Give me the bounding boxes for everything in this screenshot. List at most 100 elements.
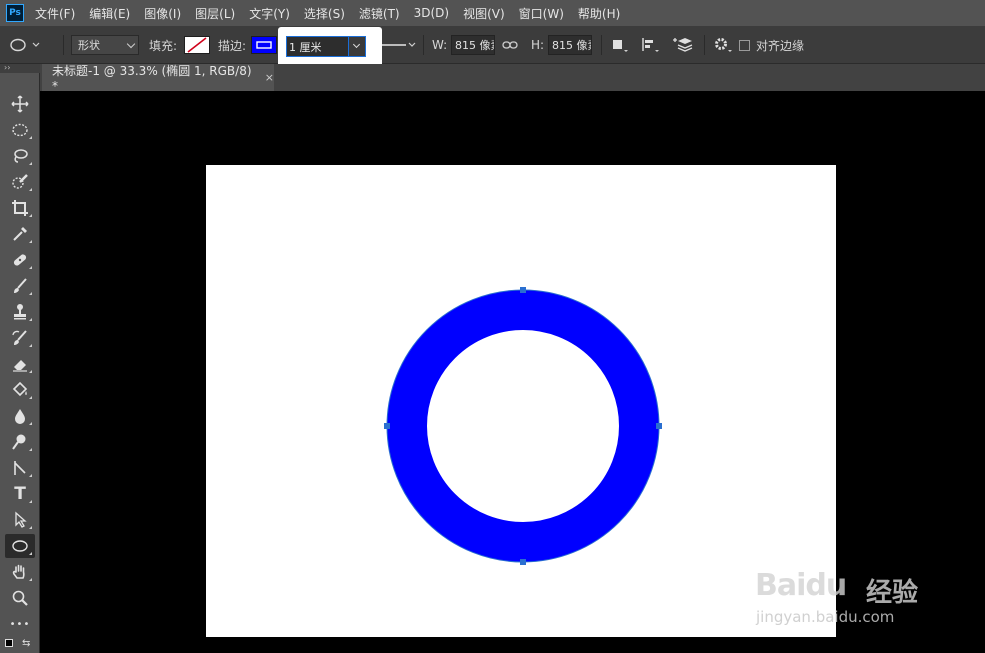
menu-select[interactable]: 选择(S) bbox=[304, 5, 345, 22]
dodge-tool[interactable] bbox=[5, 430, 35, 454]
stroke-type-picker[interactable] bbox=[378, 26, 420, 64]
elliptical-marquee-tool[interactable] bbox=[5, 118, 35, 142]
path-operations-icon bbox=[613, 40, 628, 52]
hand-icon bbox=[12, 564, 25, 579]
tools-panel: ›› T ••• ⇆ bbox=[0, 64, 40, 653]
options-bar: 形状 填充: 描边: W: 815 像素 H: bbox=[0, 26, 985, 64]
healing-brush-tool[interactable] bbox=[5, 248, 35, 272]
fill-swatch[interactable] bbox=[184, 36, 210, 54]
stroke-swatch[interactable] bbox=[251, 36, 277, 54]
photoshop-logo-icon: Ps bbox=[6, 4, 24, 22]
anchor-point-top[interactable] bbox=[520, 287, 526, 293]
ring-shape[interactable] bbox=[387, 290, 659, 562]
arrow-icon bbox=[15, 511, 27, 528]
blur-tool[interactable] bbox=[5, 404, 35, 428]
submenu-indicator bbox=[29, 240, 32, 243]
brush-tool[interactable] bbox=[5, 274, 35, 298]
bandage-icon bbox=[13, 254, 27, 266]
menu-help[interactable]: 帮助(H) bbox=[578, 5, 620, 22]
ellipse-tool[interactable] bbox=[5, 534, 35, 558]
hand-tool[interactable] bbox=[5, 560, 35, 584]
submenu-indicator bbox=[29, 500, 32, 503]
pen-icon bbox=[14, 461, 26, 475]
submenu-indicator bbox=[29, 474, 32, 477]
submenu-indicator bbox=[29, 136, 32, 139]
anchor-point-bottom[interactable] bbox=[520, 559, 526, 565]
history-brush-tool[interactable] bbox=[5, 326, 35, 350]
path-operations-button[interactable] bbox=[611, 26, 629, 64]
history-brush-icon bbox=[12, 330, 27, 345]
submenu-indicator bbox=[29, 370, 32, 373]
submenu-indicator bbox=[29, 266, 32, 269]
type-tool[interactable]: T bbox=[5, 482, 35, 506]
path-arrangement-button[interactable] bbox=[672, 26, 696, 64]
stroke-line-icon bbox=[380, 42, 416, 47]
height-input[interactable]: 815 像素 bbox=[548, 35, 592, 55]
menu-edit[interactable]: 编辑(E) bbox=[89, 5, 130, 22]
bucket-icon bbox=[12, 381, 28, 397]
submenu-indicator bbox=[29, 422, 32, 425]
default-colors-icon[interactable] bbox=[5, 639, 13, 647]
ellipse-shape[interactable] bbox=[206, 165, 836, 637]
anchor-point-right[interactable] bbox=[656, 423, 662, 429]
separator bbox=[601, 35, 602, 55]
menu-image[interactable]: 图像(I) bbox=[144, 5, 181, 22]
chevron-down-icon[interactable] bbox=[348, 37, 365, 56]
document-tab[interactable]: 未标题-1 @ 33.3% (椭圆 1, RGB/8) * × bbox=[42, 64, 274, 93]
align-edges-checkbox[interactable] bbox=[739, 39, 750, 51]
more-tools[interactable]: ••• bbox=[5, 612, 35, 636]
pen-tool[interactable] bbox=[5, 456, 35, 480]
settings-button[interactable] bbox=[713, 26, 733, 64]
submenu-indicator bbox=[29, 162, 32, 165]
stroke-width-value: 1 厘米 bbox=[289, 40, 322, 54]
drop-icon bbox=[15, 409, 25, 424]
menu-type[interactable]: 文字(Y) bbox=[249, 5, 290, 22]
move-tool[interactable] bbox=[5, 92, 35, 116]
submenu-indicator bbox=[29, 188, 32, 191]
clone-stamp-tool[interactable] bbox=[5, 300, 35, 324]
panel-collapse-grip[interactable]: ›› bbox=[0, 64, 40, 73]
stroke-width-dropdown[interactable]: 1 厘米 bbox=[286, 36, 366, 57]
mode-dropdown[interactable]: 形状 bbox=[71, 35, 139, 55]
menu-view[interactable]: 视图(V) bbox=[463, 5, 505, 22]
path-alignment-button[interactable] bbox=[640, 26, 660, 64]
stamp-icon bbox=[14, 304, 26, 320]
ellipse-icon bbox=[12, 540, 28, 552]
menu-file[interactable]: 文件(F) bbox=[35, 5, 75, 22]
menu-3d[interactable]: 3D(D) bbox=[414, 6, 449, 20]
eraser-icon bbox=[13, 360, 27, 372]
stroke-type-icon bbox=[256, 41, 272, 49]
tool-preset-picker[interactable] bbox=[8, 26, 42, 64]
marquee-icon bbox=[12, 123, 28, 137]
eraser-tool[interactable] bbox=[5, 352, 35, 376]
link-dimensions-button[interactable] bbox=[502, 26, 518, 64]
menu-layer[interactable]: 图层(L) bbox=[195, 5, 235, 22]
quick-selection-tool[interactable] bbox=[5, 170, 35, 194]
anchor-point-left[interactable] bbox=[384, 423, 390, 429]
zoom-tool[interactable] bbox=[5, 586, 35, 610]
ellipse-preset-icon bbox=[10, 38, 40, 52]
submenu-indicator bbox=[29, 526, 32, 529]
paint-bucket-tool[interactable] bbox=[5, 378, 35, 402]
crop-tool[interactable] bbox=[5, 196, 35, 220]
menu-filter[interactable]: 滤镜(T) bbox=[359, 5, 400, 22]
arrange-icon bbox=[673, 38, 693, 52]
mode-value: 形状 bbox=[78, 39, 100, 52]
stroke-label: 描边: bbox=[218, 38, 247, 53]
zoom-icon bbox=[12, 590, 28, 606]
lasso-tool[interactable] bbox=[5, 144, 35, 168]
lasso-icon bbox=[14, 149, 28, 163]
width-input[interactable]: 815 像素 bbox=[451, 35, 495, 55]
quick-select-icon bbox=[12, 174, 28, 189]
submenu-indicator bbox=[29, 448, 32, 451]
eyedropper-tool[interactable] bbox=[5, 222, 35, 246]
path-selection-tool[interactable] bbox=[5, 508, 35, 532]
menu-window[interactable]: 窗口(W) bbox=[519, 5, 564, 22]
close-icon[interactable]: × bbox=[265, 71, 274, 84]
document-tab-bar: 未标题-1 @ 33.3% (椭圆 1, RGB/8) * × bbox=[40, 64, 985, 93]
canvas[interactable] bbox=[206, 165, 836, 637]
swap-colors-icon[interactable]: ⇆ bbox=[22, 639, 30, 649]
height-label: H: bbox=[531, 38, 545, 52]
submenu-indicator bbox=[29, 578, 32, 581]
width-label: W: bbox=[432, 38, 448, 52]
